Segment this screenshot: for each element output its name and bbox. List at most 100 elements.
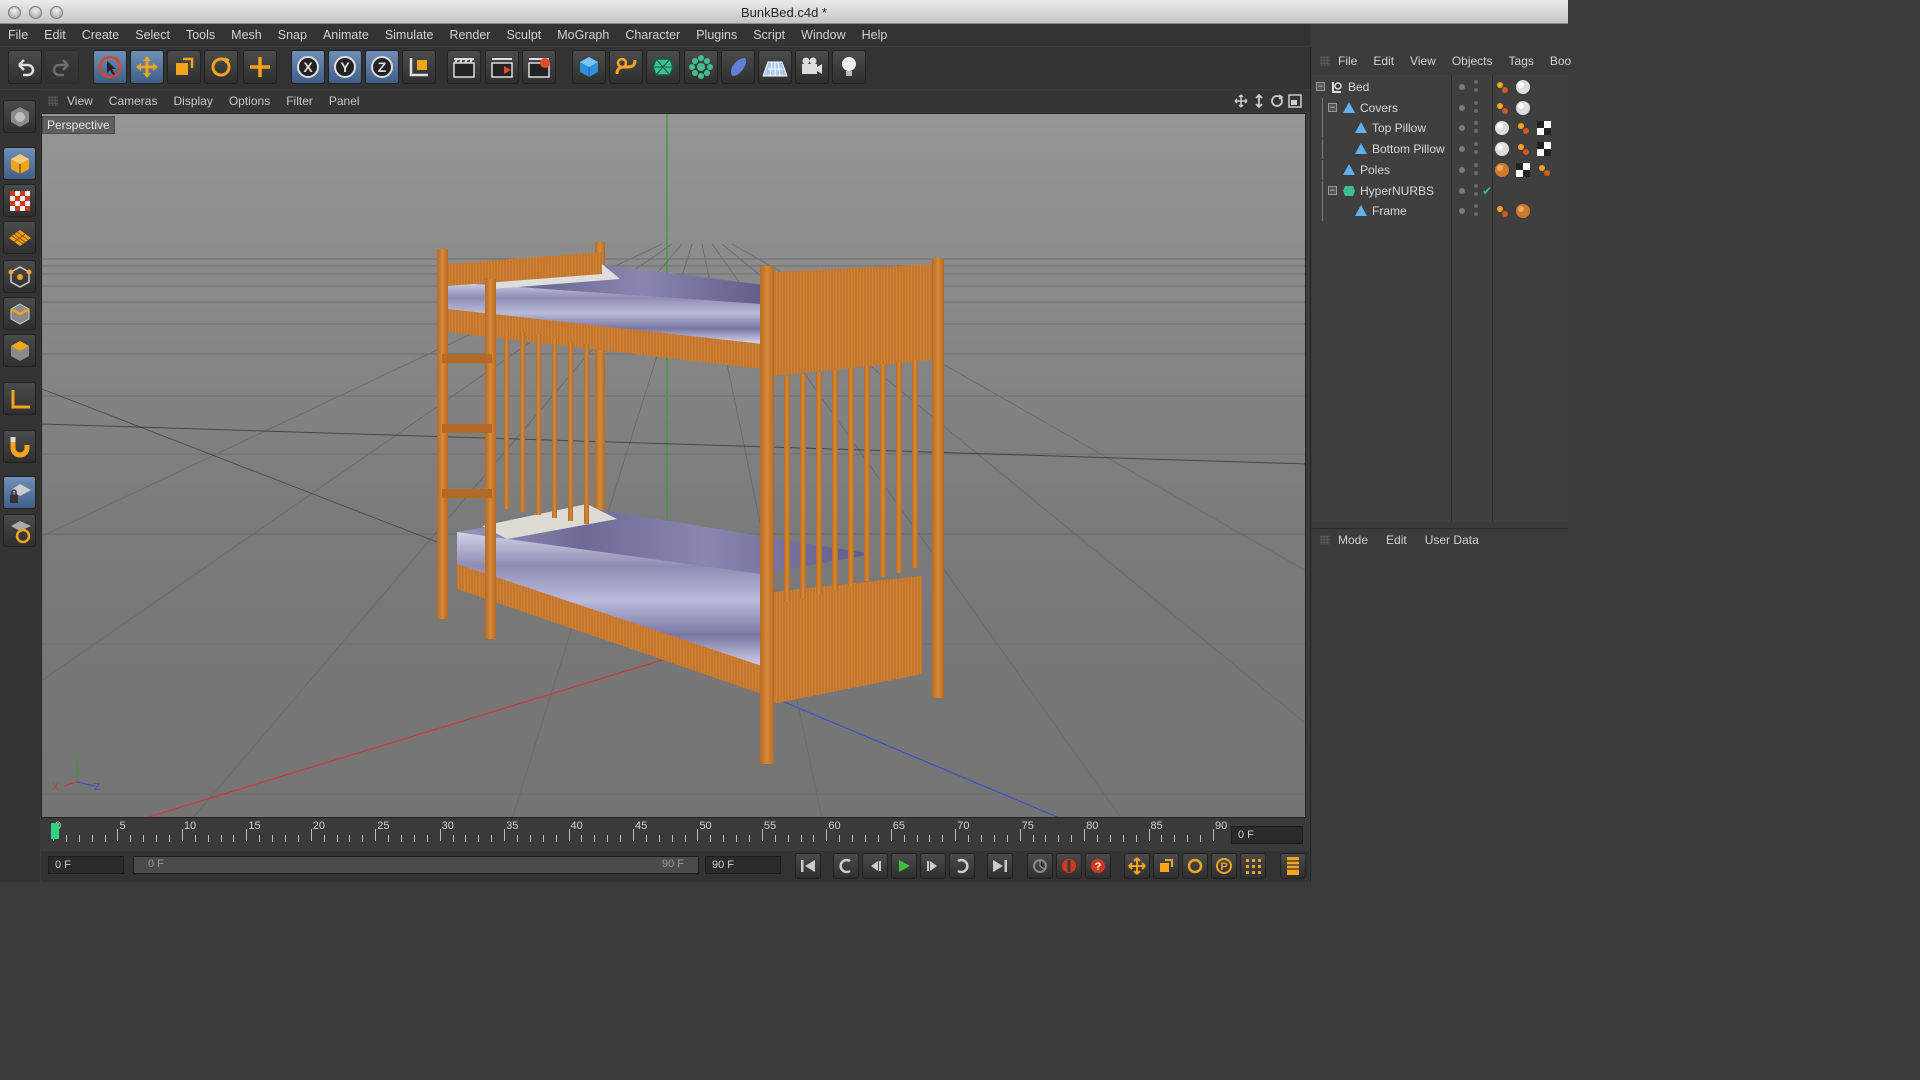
object-row-top-pillow[interactable]: Top Pillow	[1312, 118, 1568, 139]
render-visibility-dot[interactable]	[1474, 121, 1478, 126]
timeline-window-button[interactable]	[1280, 853, 1306, 879]
render-visibility-dot[interactable]	[1474, 88, 1478, 92]
collapse-toggle[interactable]: −	[1328, 185, 1337, 195]
render-visibility-dot[interactable]	[1474, 162, 1478, 167]
zoom-icon[interactable]	[1252, 94, 1266, 108]
material-tag-icon[interactable]	[1515, 120, 1531, 139]
menu-script[interactable]: Script	[753, 28, 785, 42]
current-frame-field[interactable]: 0 F	[1231, 826, 1303, 844]
floor-button[interactable]	[758, 50, 792, 84]
collapse-toggle[interactable]: −	[1328, 102, 1337, 112]
render-visibility-dot[interactable]	[1474, 191, 1478, 196]
previous-frame-button[interactable]	[862, 853, 888, 879]
render-visibility-dot[interactable]	[1474, 108, 1478, 113]
material-tag-icon[interactable]	[1494, 100, 1510, 119]
go-to-start-button[interactable]	[795, 853, 821, 879]
object-manager-menu-file[interactable]: File	[1338, 54, 1357, 68]
live-selection-button[interactable]	[93, 50, 127, 84]
point-level-button[interactable]	[1240, 853, 1266, 879]
edges-mode-button[interactable]	[3, 297, 36, 330]
menu-render[interactable]: Render	[449, 28, 490, 42]
enabled-check-icon[interactable]: ✔	[1482, 184, 1492, 198]
next-key-button[interactable]	[949, 853, 975, 879]
model-mode-button[interactable]	[3, 147, 36, 180]
viewport-menu-filter[interactable]: Filter	[286, 94, 313, 108]
object-manager-menu-objects[interactable]: Objects	[1452, 54, 1493, 68]
undo-button[interactable]	[8, 50, 42, 84]
coordinate-system-button[interactable]	[402, 50, 436, 84]
editor-visibility-dot[interactable]	[1459, 187, 1465, 194]
texture-mode-button[interactable]	[3, 184, 36, 217]
menu-character[interactable]: Character	[625, 28, 680, 42]
object-manager-menu-tags[interactable]: Tags	[1509, 54, 1534, 68]
viewport-menu-view[interactable]: View	[67, 94, 93, 108]
menu-animate[interactable]: Animate	[323, 28, 369, 42]
perspective-viewport[interactable]: Y X Z	[41, 113, 1306, 818]
render-visibility-dot[interactable]	[1474, 129, 1478, 134]
camera-button[interactable]	[795, 50, 829, 84]
frame-range-slider[interactable]: 0 F 90 F	[133, 856, 699, 874]
nurbs-button[interactable]	[646, 50, 680, 84]
object-manager-menu-boo[interactable]: Boo	[1550, 54, 1571, 68]
material-tag-icon[interactable]	[1494, 79, 1510, 98]
viewport-menu-panel[interactable]: Panel	[329, 94, 360, 108]
render-visibility-dot[interactable]	[1474, 212, 1478, 217]
y-axis-lock-button[interactable]: Y	[328, 50, 362, 84]
phong-tag-icon[interactable]	[1494, 141, 1510, 160]
editor-visibility-dot[interactable]	[1459, 125, 1465, 132]
attribute-manager-menu-user-data[interactable]: User Data	[1425, 533, 1479, 547]
render-visibility-dot[interactable]	[1474, 183, 1478, 188]
menu-simulate[interactable]: Simulate	[385, 28, 434, 42]
array-button[interactable]	[684, 50, 718, 84]
edit-render-settings-button[interactable]	[522, 50, 556, 84]
object-row-covers[interactable]: − Covers	[1312, 97, 1568, 119]
move-tool-button[interactable]	[130, 50, 164, 84]
menu-sculpt[interactable]: Sculpt	[506, 28, 541, 42]
object-name[interactable]: Covers	[1360, 101, 1398, 115]
add-tool-button[interactable]	[243, 50, 277, 84]
texture-tag-icon[interactable]	[1536, 141, 1552, 160]
rotation-key-button[interactable]	[1182, 853, 1208, 879]
menu-edit[interactable]: Edit	[44, 28, 66, 42]
timeline-ruler[interactable]: 051015202530354045505560657075808590 0 F	[41, 819, 1309, 851]
axis-mode-button[interactable]	[3, 382, 36, 415]
end-frame-field[interactable]: 90 F	[705, 856, 781, 874]
attribute-manager-menu-mode[interactable]: Mode	[1338, 533, 1368, 547]
object-name[interactable]: Poles	[1360, 163, 1390, 177]
render-visibility-dot[interactable]	[1474, 170, 1478, 175]
pan-icon[interactable]	[1234, 94, 1248, 108]
menu-file[interactable]: File	[8, 28, 28, 42]
spline-button[interactable]	[609, 50, 643, 84]
phong-tag-icon[interactable]	[1515, 79, 1531, 98]
soft-selection-button[interactable]	[3, 514, 36, 547]
points-mode-button[interactable]	[3, 260, 36, 293]
object-row-hypernurbs[interactable]: − HyperNURBS ✔	[1312, 180, 1568, 201]
orbit-icon[interactable]	[1270, 94, 1284, 108]
texture-tag-icon[interactable]	[1536, 120, 1552, 139]
previous-key-button[interactable]	[833, 853, 859, 879]
render-visibility-dot[interactable]	[1474, 204, 1478, 209]
scale-tool-button[interactable]	[167, 50, 201, 84]
viewport-camera-label[interactable]: Perspective	[42, 116, 115, 134]
editor-visibility-dot[interactable]	[1459, 104, 1465, 111]
object-name[interactable]: Frame	[1372, 204, 1407, 218]
object-row-poles[interactable]: Poles	[1312, 159, 1568, 181]
z-axis-lock-button[interactable]: Z	[365, 50, 399, 84]
texture-tag-icon[interactable]	[1515, 162, 1531, 181]
material-tag-icon[interactable]	[1515, 141, 1531, 160]
viewport-menu-display[interactable]: Display	[173, 94, 212, 108]
deformer-button[interactable]	[721, 50, 755, 84]
make-editable-button[interactable]	[3, 100, 36, 133]
parameter-key-button[interactable]: P	[1211, 853, 1237, 879]
menu-window[interactable]: Window	[801, 28, 845, 42]
object-manager-menu-edit[interactable]: Edit	[1373, 54, 1394, 68]
scale-key-button[interactable]	[1153, 853, 1179, 879]
attribute-manager-menu-edit[interactable]: Edit	[1386, 533, 1407, 547]
play-button[interactable]	[891, 853, 917, 879]
render-view-button[interactable]	[447, 50, 481, 84]
viewport-menu-cameras[interactable]: Cameras	[109, 94, 158, 108]
autokey-button[interactable]	[1027, 853, 1053, 879]
viewport-menu-options[interactable]: Options	[229, 94, 270, 108]
menu-help[interactable]: Help	[862, 28, 888, 42]
menu-plugins[interactable]: Plugins	[696, 28, 737, 42]
